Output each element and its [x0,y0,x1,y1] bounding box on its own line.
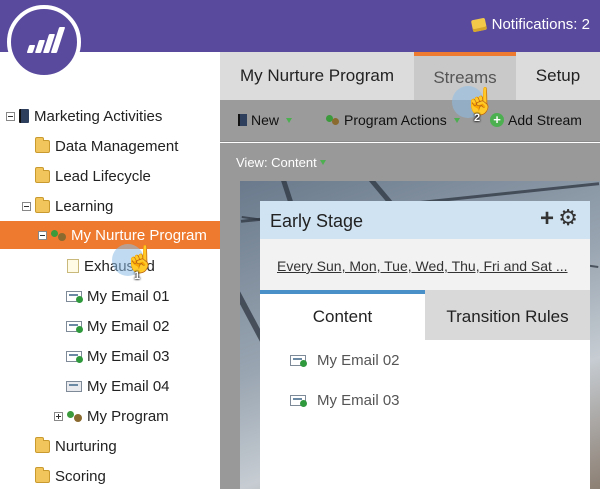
email-icon [66,290,83,303]
tab-bar: My Nurture Program Streams Setup [220,52,600,100]
toolbar: New Program Actions + Add Stream [220,100,600,142]
marketing-activities-icon [19,109,29,123]
top-bar: Notifications: 2 [0,0,600,52]
tab-label: Transition Rules [446,307,569,326]
notification-icon [470,17,487,32]
stream-title: Early Stage [270,211,364,231]
list-item-label: My Email 03 [317,392,400,409]
folder-icon [35,466,50,483]
stream-card-header: Early Stage + ⚙ [260,201,590,239]
tree-item-label: Marketing Activities [34,107,163,125]
program-actions-button[interactable]: Program Actions [326,112,460,128]
email-icon [290,355,307,367]
tree-item-label: My Nurture Program [71,226,207,244]
cursor-step-2: ☝ 2 [452,86,496,126]
new-label: New [251,112,280,128]
dropdown-arrow-icon [286,117,293,123]
tree-item-lead-lifecycle[interactable]: Lead Lifecycle [35,162,151,190]
stream-content-list: My Email 02 My Email 03 [260,340,590,489]
collapse-icon[interactable] [38,230,47,240]
notifications-label: Notifications: 2 [491,16,590,33]
tree-item-label: Learning [55,197,114,215]
email-icon [66,380,82,392]
list-item[interactable]: My Email 03 [290,392,400,409]
program-icon [67,409,82,423]
list-item[interactable]: My Email 02 [290,352,400,369]
folder-icon [35,196,50,213]
new-icon [238,114,247,126]
tree-item-label: Data Management [55,137,179,155]
folder-icon [35,136,50,153]
tab-content[interactable]: Content [260,290,425,340]
folder-icon [35,166,50,183]
step-number: 1 [134,270,141,282]
page-icon [67,259,79,273]
stream-card-tabs: Content Transition Rules [260,290,590,340]
email-icon [66,320,83,333]
pointer-hand-icon: ☝ [124,244,157,274]
tree-item-my-program[interactable]: My Program [54,402,169,430]
gear-icon[interactable]: ⚙ [558,207,578,229]
tree-item-my-nurture-program[interactable]: My Nurture Program [0,221,220,249]
email-icon [66,350,83,363]
tree-item-label: Lead Lifecycle [55,167,151,185]
tree-item-my-email-04[interactable]: My Email 04 [66,372,170,400]
email-icon [290,395,307,407]
tree-item-my-email-02[interactable]: My Email 02 [66,312,170,340]
tree-item-scoring[interactable]: Scoring [35,462,106,489]
marketo-logo[interactable] [7,5,81,79]
pointer-hand-icon: ☝ [464,86,497,116]
stream-schedule-link[interactable]: Every Sun, Mon, Tue, Wed, Thu, Fri and S… [277,258,568,274]
folder-icon [35,436,50,453]
view-label: View: Content [236,155,317,170]
nurture-program-icon [51,228,66,242]
tree-item-marketing-activities[interactable]: Marketing Activities [6,102,162,130]
tab-label: Setup [535,66,581,85]
view-selector[interactable]: View: Content [236,155,326,170]
cursor-step-1: ☝ 1 [112,244,156,284]
tree-item-data-management[interactable]: Data Management [35,132,178,160]
tree-item-label: My Program [87,407,169,425]
tab-setup[interactable]: Setup [516,52,600,100]
program-actions-icon [326,114,340,126]
list-item-label: My Email 02 [317,352,400,369]
tree-item-my-email-03[interactable]: My Email 03 [66,342,170,370]
tree-item-learning[interactable]: Learning [22,192,113,220]
tab-transition-rules[interactable]: Transition Rules [425,290,590,340]
collapse-icon[interactable] [22,201,31,211]
expand-icon[interactable] [54,411,63,421]
tree-item-label: Nurturing [55,437,117,455]
tree-item-label: My Email 03 [87,347,170,365]
new-button[interactable]: New [238,112,293,128]
tree-item-label: My Email 02 [87,317,170,335]
tab-my-nurture-program[interactable]: My Nurture Program [220,52,414,100]
tree-item-nurturing[interactable]: Nurturing [35,432,117,460]
notifications-button[interactable]: Notifications: 2 [470,16,590,33]
stream-card: Early Stage + ⚙ Every Sun, Mon, Tue, Wed… [260,201,590,489]
tree-item-my-email-01[interactable]: My Email 01 [66,282,170,310]
program-actions-label: Program Actions [344,112,447,128]
collapse-icon[interactable] [6,111,15,121]
tab-label: Streams [433,68,497,87]
add-stream-button[interactable]: + Add Stream [490,112,582,128]
plus-icon[interactable]: + [540,207,554,231]
tree-item-label: Scoring [55,467,106,485]
tree-item-label: My Email 01 [87,287,170,305]
logo-bar-1 [26,45,35,53]
tree-item-label: My Email 04 [87,377,170,395]
tab-label: Content [312,307,373,326]
tab-label: My Nurture Program [240,66,394,85]
dropdown-arrow-icon [319,160,326,165]
sidebar-tree: Marketing Activities Data Management Lea… [0,52,220,489]
step-number: 2 [474,112,481,124]
add-stream-label: Add Stream [508,112,582,128]
